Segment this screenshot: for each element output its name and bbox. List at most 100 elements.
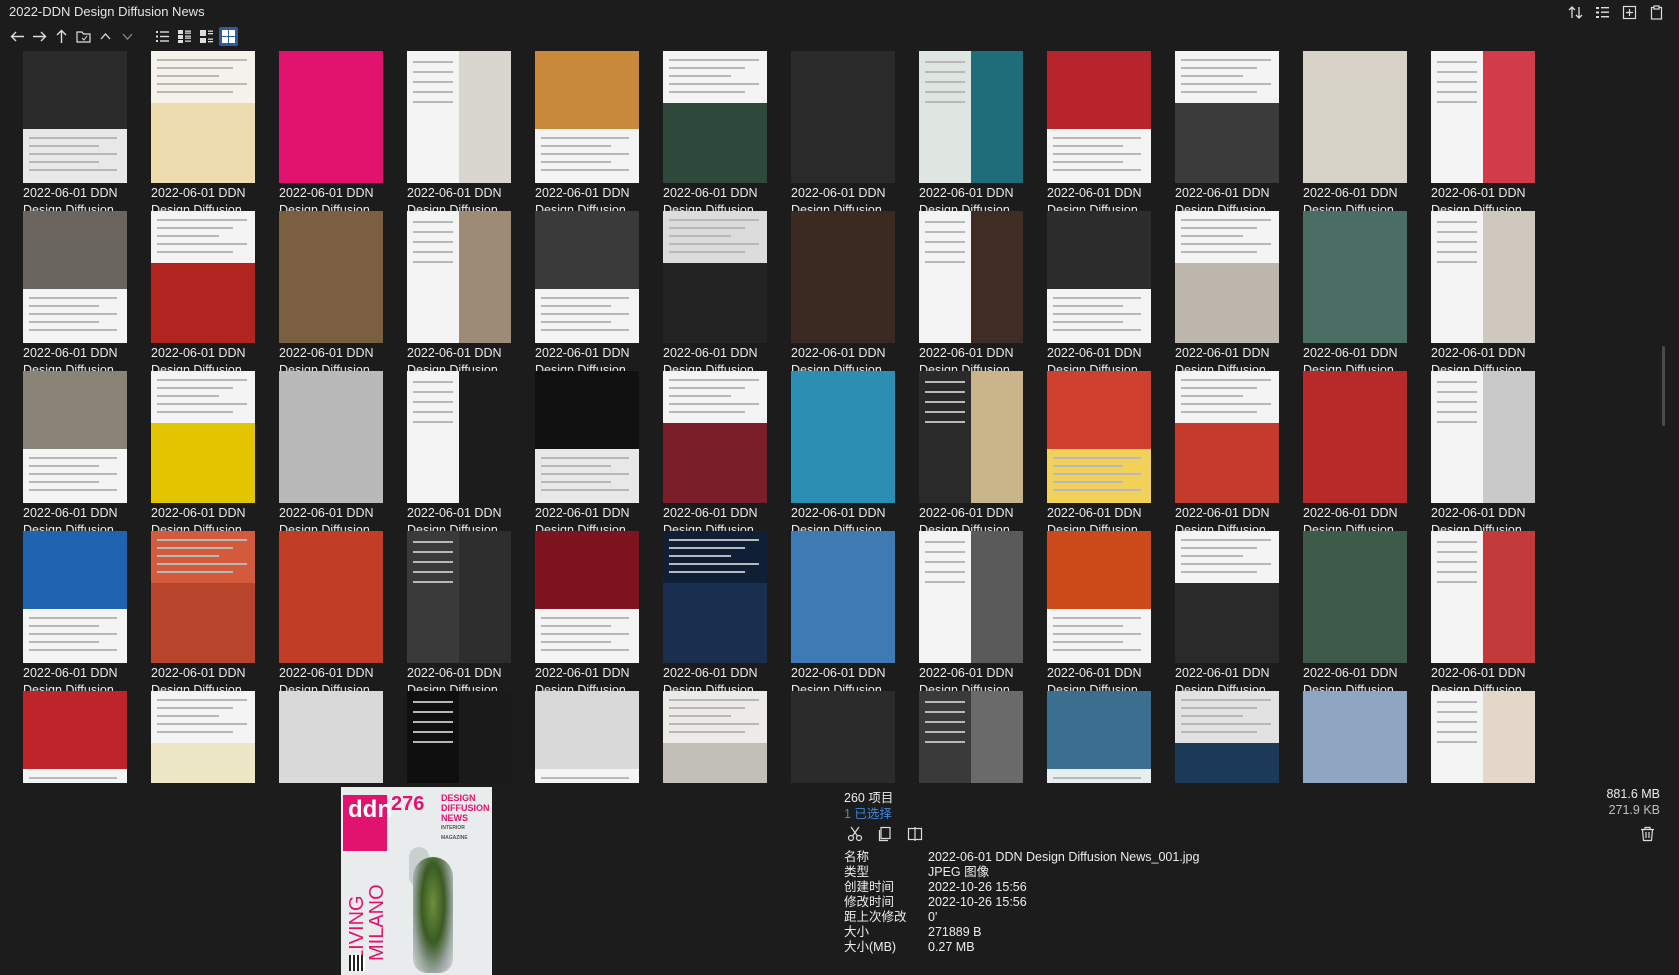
thumbnail-image[interactable]	[791, 51, 895, 183]
thumbnail-image[interactable]	[919, 531, 1023, 663]
view-list-icon[interactable]	[153, 27, 172, 46]
thumbnail-item[interactable]: 2022-06-01 DDN Design Diffusion...	[918, 526, 1045, 697]
thumbnail-item[interactable]: 2022-06-01 DDN Design Diffusion...	[790, 366, 917, 537]
thumbnail-item[interactable]	[22, 686, 149, 783]
thumbnail-image[interactable]	[1303, 211, 1407, 343]
thumbnail-image[interactable]	[279, 51, 383, 183]
thumbnail-grid[interactable]: 2022-06-01 DDN Design Diffusion... 2022-06…	[0, 46, 1660, 783]
thumbnail-item[interactable]: 2022-06-01 DDN Design Diffusion...	[1302, 46, 1429, 217]
view-thumbnails-icon[interactable]	[219, 26, 238, 46]
thumbnail-image[interactable]	[1175, 371, 1279, 503]
thumbnail-item[interactable]: 2022-06-01 DDN Design Diffusion...	[1430, 366, 1557, 537]
thumbnail-item[interactable]: 2022-06-01 DDN Design Diffusion...	[534, 206, 661, 377]
thumbnail-item[interactable]: 2022-06-01 DDN Design Diffusion...	[406, 46, 533, 217]
thumbnail-image[interactable]	[535, 531, 639, 663]
up-arrow-icon[interactable]	[52, 27, 71, 46]
thumbnail-item[interactable]: 2022-06-01 DDN Design Diffusion...	[1046, 46, 1173, 217]
thumbnail-item[interactable]: 2022-06-01 DDN Design Diffusion...	[1046, 206, 1173, 377]
thumbnail-image[interactable]	[1431, 51, 1535, 183]
forward-arrow-icon[interactable]	[30, 27, 49, 46]
new-panel-icon[interactable]	[1621, 4, 1638, 21]
thumbnail-item[interactable]: 2022-06-01 DDN Design Diffusion...	[150, 366, 277, 537]
thumbnail-image[interactable]	[663, 51, 767, 183]
cut-icon[interactable]	[846, 825, 864, 843]
thumbnail-item[interactable]	[1302, 686, 1429, 783]
thumbnail-image[interactable]	[1047, 691, 1151, 783]
thumbnail-item[interactable]: 2022-06-01 DDN Design Diffusion...	[1302, 526, 1429, 697]
thumbnail-image[interactable]	[791, 691, 895, 783]
thumbnail-item[interactable]: 2022-06-01 DDN Design Diffusion...	[1174, 46, 1301, 217]
thumbnail-image[interactable]	[1175, 51, 1279, 183]
property-value[interactable]: 2022-10-26 15:56	[928, 880, 1027, 895]
thumbnail-image[interactable]	[151, 211, 255, 343]
thumbnail-item[interactable]: 2022-06-01 DDN Design Diffusion...	[1430, 46, 1557, 217]
chevron-up-icon[interactable]	[96, 27, 115, 46]
thumbnail-item[interactable]: 2022-06-01 DDN Design Diffusion...	[150, 526, 277, 697]
thumbnail-image[interactable]	[151, 691, 255, 783]
thumbnail-image[interactable]	[23, 51, 127, 183]
thumbnail-image[interactable]	[1047, 531, 1151, 663]
thumbnail-item[interactable]: 2022-06-01 DDN Design Diffusion...	[918, 366, 1045, 537]
thumbnail-item[interactable]: 2022-06-01 DDN Design Diffusion...	[534, 526, 661, 697]
thumbnail-item[interactable]: 2022-06-01 DDN Design Diffusion...	[406, 206, 533, 377]
thumbnail-item[interactable]: 2022-06-01 DDN Design Diffusion...	[22, 46, 149, 217]
thumbnail-item[interactable]: 2022-06-01 DDN Design Diffusion...	[1302, 206, 1429, 377]
thumbnail-image[interactable]	[1431, 531, 1535, 663]
thumbnail-item[interactable]: 2022-06-01 DDN Design Diffusion...	[278, 366, 405, 537]
thumbnail-item[interactable]: 2022-06-01 DDN Design Diffusion...	[1046, 526, 1173, 697]
clipboard-icon[interactable]	[1648, 4, 1665, 21]
thumbnail-image[interactable]	[407, 531, 511, 663]
thumbnail-image[interactable]	[535, 371, 639, 503]
thumbnail-item[interactable]: 2022-06-01 DDN Design Diffusion...	[918, 206, 1045, 377]
thumbnail-item[interactable]: 2022-06-01 DDN Design Diffusion...	[1174, 366, 1301, 537]
thumbnail-image[interactable]	[535, 691, 639, 783]
chevron-down-icon[interactable]	[118, 27, 137, 46]
thumbnail-image[interactable]	[1431, 691, 1535, 783]
thumbnail-image[interactable]	[1047, 211, 1151, 343]
image-preview[interactable]: ddn 276 DESIGN DIFFUSION NEWS INTERIOR M…	[341, 787, 492, 975]
thumbnail-item[interactable]: 2022-06-01 DDN Design Diffusion...	[278, 526, 405, 697]
thumbnail-image[interactable]	[23, 531, 127, 663]
thumbnail-item[interactable]: 2022-06-01 DDN Design Diffusion...	[534, 46, 661, 217]
thumbnail-image[interactable]	[1175, 531, 1279, 663]
thumbnail-item[interactable]: 2022-06-01 DDN Design Diffusion...	[790, 526, 917, 697]
thumbnail-item[interactable]: 2022-06-01 DDN Design Diffusion...	[1430, 526, 1557, 697]
thumbnail-item[interactable]	[662, 686, 789, 783]
thumbnail-item[interactable]: 2022-06-01 DDN Design Diffusion...	[22, 206, 149, 377]
thumbnail-item[interactable]: 2022-06-01 DDN Design Diffusion...	[22, 526, 149, 697]
thumbnail-item[interactable]: 2022-06-01 DDN Design Diffusion...	[1046, 366, 1173, 537]
thumbnail-image[interactable]	[919, 211, 1023, 343]
thumbnail-item[interactable]	[278, 686, 405, 783]
thumbnail-item[interactable]: 2022-06-01 DDN Design Diffusion...	[662, 366, 789, 537]
property-value[interactable]: 0.27 MB	[928, 940, 975, 955]
thumbnail-item[interactable]	[1046, 686, 1173, 783]
thumbnail-image[interactable]	[23, 371, 127, 503]
thumbnail-item[interactable]: 2022-06-01 DDN Design Diffusion...	[918, 46, 1045, 217]
thumbnail-image[interactable]	[535, 51, 639, 183]
thumbnail-image[interactable]	[407, 691, 511, 783]
folder-icon[interactable]	[74, 27, 93, 46]
thumbnail-item[interactable]: 2022-06-01 DDN Design Diffusion...	[1174, 526, 1301, 697]
thumbnail-image[interactable]	[279, 371, 383, 503]
thumbnail-image[interactable]	[279, 211, 383, 343]
thumbnail-image[interactable]	[919, 371, 1023, 503]
property-value[interactable]: 271889 B	[928, 925, 982, 940]
thumbnail-image[interactable]	[23, 691, 127, 783]
thumbnail-item[interactable]: 2022-06-01 DDN Design Diffusion...	[406, 526, 533, 697]
thumbnail-item[interactable]	[1174, 686, 1301, 783]
thumbnail-image[interactable]	[919, 51, 1023, 183]
thumbnail-item[interactable]: 2022-06-01 DDN Design Diffusion...	[662, 46, 789, 217]
thumbnail-item[interactable]: 2022-06-01 DDN Design Diffusion...	[278, 46, 405, 217]
property-value[interactable]: 2022-10-26 15:56	[928, 895, 1027, 910]
thumbnail-image[interactable]	[151, 51, 255, 183]
thumbnail-item[interactable]: 2022-06-01 DDN Design Diffusion...	[790, 46, 917, 217]
thumbnail-image[interactable]	[407, 211, 511, 343]
thumbnail-image[interactable]	[279, 531, 383, 663]
thumbnail-item[interactable]: 2022-06-01 DDN Design Diffusion...	[1174, 206, 1301, 377]
compare-icon[interactable]	[906, 825, 924, 843]
view-tiles-icon[interactable]	[197, 27, 216, 46]
property-value[interactable]: 0'	[928, 910, 937, 925]
thumbnail-image[interactable]	[791, 531, 895, 663]
thumbnail-item[interactable]: 2022-06-01 DDN Design Diffusion...	[534, 366, 661, 537]
thumbnail-item[interactable]	[534, 686, 661, 783]
